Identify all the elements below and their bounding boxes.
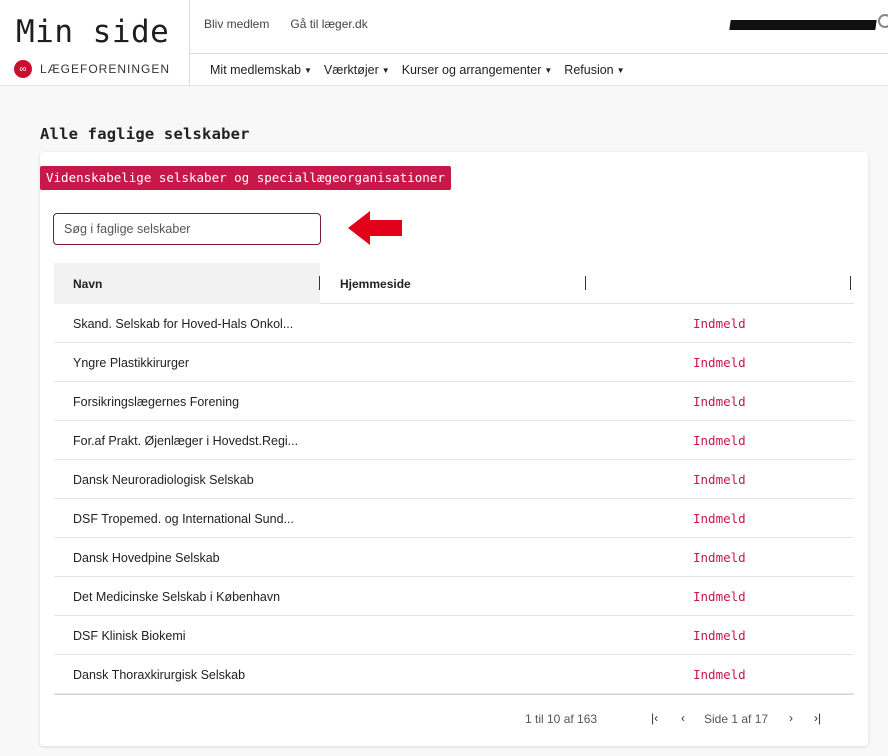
indmeld-link[interactable]: Indmeld: [693, 355, 746, 370]
table-row: DSF Klinisk Biokemi Indmeld: [54, 616, 854, 655]
society-name: For.af Prakt. Øjenlæger i Hovedst.Regi..…: [73, 434, 299, 448]
brand: Min side ∞ LÆGEFORENINGEN: [0, 0, 190, 86]
indmeld-link[interactable]: Indmeld: [693, 394, 746, 409]
society-name: Forsikringslægernes Forening: [73, 395, 240, 409]
table-row: Det Medicinske Selskab i København Indme…: [54, 577, 854, 616]
search-input[interactable]: [53, 213, 321, 245]
first-page-icon[interactable]: |‹: [651, 711, 658, 725]
nav-item-kurser[interactable]: Kurser og arrangementer ▼: [402, 63, 553, 77]
indmeld-link[interactable]: Indmeld: [693, 667, 746, 682]
table-row: Skand. Selskab for Hoved-Hals Onkol... I…: [54, 304, 854, 343]
society-name: Det Medicinske Selskab i København: [73, 590, 281, 604]
brand-logo[interactable]: ∞ LÆGEFORENINGEN: [14, 60, 170, 78]
column-divider[interactable]: [850, 276, 851, 290]
indmeld-link[interactable]: Indmeld: [693, 511, 746, 526]
nav-item-medlemskab[interactable]: Mit medlemskab ▼: [210, 63, 312, 77]
link-laeger-dk[interactable]: Gå til læger.dk: [290, 17, 367, 31]
indmeld-link[interactable]: Indmeld: [693, 550, 746, 565]
column-header-hjemmeside[interactable]: Hjemmeside: [340, 277, 411, 291]
indmeld-link[interactable]: Indmeld: [693, 589, 746, 604]
table-header: Navn Hjemmeside: [54, 263, 854, 304]
logo-text: LÆGEFORENINGEN: [40, 62, 171, 76]
search-icon[interactable]: [878, 14, 888, 28]
society-name: Skand. Selskab for Hoved-Hals Onkol...: [73, 317, 294, 331]
next-page-icon[interactable]: ›: [789, 711, 793, 725]
column-divider[interactable]: [585, 276, 586, 290]
table-row: Forsikringslægernes Forening Indmeld: [54, 382, 854, 421]
table-row: Yngre Plastikkirurger Indmeld: [54, 343, 854, 382]
last-page-icon[interactable]: ›|: [814, 711, 821, 725]
infinity-logo-icon: ∞: [14, 60, 32, 78]
page-indicator: Side 1 af 17: [704, 712, 769, 726]
table-row: Dansk Neuroradiologisk Selskab Indmeld: [54, 460, 854, 499]
prev-page-icon[interactable]: ‹: [681, 711, 685, 725]
pagination-range: 1 til 10 af 163: [525, 712, 598, 726]
caret-down-icon: ▼: [544, 66, 553, 76]
top-links: Bliv medlem Gå til læger.dk: [204, 17, 389, 31]
indmeld-link[interactable]: Indmeld: [693, 628, 746, 643]
indmeld-link[interactable]: Indmeld: [693, 433, 746, 448]
page-title: Alle faglige selskaber: [40, 125, 250, 143]
table-row: For.af Prakt. Øjenlæger i Hovedst.Regi..…: [54, 421, 854, 460]
column-divider[interactable]: [319, 276, 320, 290]
table-row: DSF Tropemed. og International Sund... I…: [54, 499, 854, 538]
nav-item-refusion[interactable]: Refusion ▼: [564, 63, 624, 77]
society-name: Dansk Hovedpine Selskab: [73, 551, 220, 565]
indmeld-link[interactable]: Indmeld: [693, 316, 746, 331]
society-name: Yngre Plastikkirurger: [73, 356, 190, 370]
category-tag: Videnskabelige selskaber og speciallægeo…: [40, 166, 451, 190]
society-name: Dansk Thoraxkirurgisk Selskab: [73, 668, 246, 682]
society-name: Dansk Neuroradiologisk Selskab: [73, 473, 254, 487]
nav-item-vaerktoejer[interactable]: Værktøjer ▼: [324, 63, 390, 77]
main-nav: Mit medlemskab ▼ Værktøjer ▼ Kurser og arr…: [190, 53, 888, 86]
society-name: DSF Klinisk Biokemi: [73, 629, 186, 643]
pagination: 1 til 10 af 163 |‹ ‹ Side 1 af 17 › ›|: [54, 694, 854, 742]
site-header: Min side ∞ LÆGEFORENINGEN Bliv medlem Gå…: [0, 0, 888, 86]
caret-down-icon: ▼: [616, 66, 625, 76]
link-bliv-medlem[interactable]: Bliv medlem: [204, 17, 269, 31]
table-row: Dansk Thoraxkirurgisk Selskab Indmeld: [54, 655, 854, 694]
table-body: Skand. Selskab for Hoved-Hals Onkol... I…: [54, 304, 854, 694]
red-arrow-icon: [348, 211, 402, 245]
indmeld-link[interactable]: Indmeld: [693, 472, 746, 487]
society-name: DSF Tropemed. og International Sund...: [73, 512, 294, 526]
caret-down-icon: ▼: [381, 66, 390, 76]
brand-title[interactable]: Min side: [16, 14, 169, 50]
caret-down-icon: ▼: [304, 66, 312, 76]
column-header-navn[interactable]: Navn: [54, 263, 320, 304]
table-row: Dansk Hovedpine Selskab Indmeld: [54, 538, 854, 577]
user-name-redacted[interactable]: [729, 20, 877, 30]
